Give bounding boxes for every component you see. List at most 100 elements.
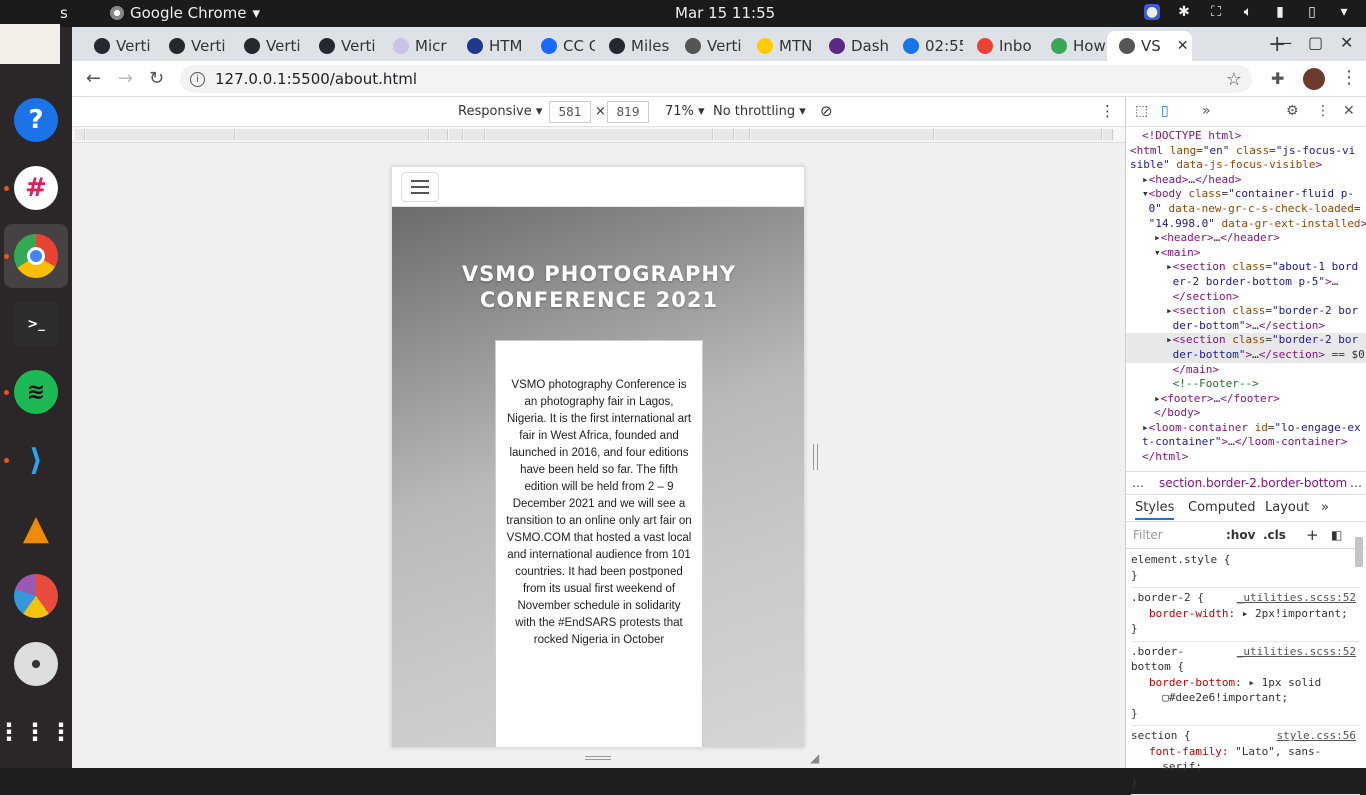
minimize-button[interactable]: — [1276,33,1292,52]
dom-node-line[interactable]: ▸<section class="border-2 bor [1126,304,1366,319]
class-toggle[interactable]: .cls [1263,528,1286,542]
microphone-icon[interactable]: ▮ [1272,4,1288,20]
volume-icon[interactable]: 🔈︎ [1240,4,1256,20]
browser-tab[interactable]: Verti [157,31,229,61]
ruler-segment[interactable] [75,129,85,140]
breadcrumb-more[interactable]: … [1132,476,1144,490]
css-source-link[interactable]: style.css:56 [1277,728,1356,744]
browser-tab[interactable]: MTN [745,31,815,61]
ruler-segment[interactable] [430,129,448,140]
close-devtools-icon[interactable]: ✕ [1343,103,1355,119]
reload-button[interactable]: ↻ [149,68,164,89]
breadcrumb-current[interactable]: section.border-2.border-bottom [1159,476,1347,490]
device-options-icon[interactable]: ⋮ [1100,102,1115,120]
dom-node-line[interactable]: ▸<header>…</header> [1126,231,1366,246]
browser-tab[interactable]: Verti [82,31,154,61]
css-property[interactable]: border-width: ▸ 2px!important; [1131,606,1360,622]
css-rule[interactable]: .border- bottom {_utilities.scss:52 borde… [1131,642,1360,726]
hover-state-toggle[interactable]: :hov [1226,528,1255,542]
dom-node-line[interactable]: ▸<footer>…</footer> [1126,392,1366,407]
dom-node-line[interactable]: ▾<main> [1126,246,1366,261]
settings-gear-icon[interactable]: ⚙ [1286,103,1299,119]
ruler-segment[interactable] [714,129,734,140]
css-rule[interactable]: element.style {} [1131,550,1360,588]
css-rule[interactable]: .border-2 {_utilities.scss:52 border-widt… [1131,588,1360,642]
notification-icon[interactable]: ● [1144,4,1160,20]
css-property[interactable]: ▢#dee2e6!important; [1131,690,1360,706]
close-tab-icon[interactable]: ✕ [1177,38,1189,54]
close-window-button[interactable]: ✕ [1340,33,1353,52]
chrome-dock-icon[interactable] [14,234,58,278]
browser-tab[interactable]: Micr [381,31,453,61]
site-info-icon[interactable]: i [190,71,205,87]
breadcrumb-overflow[interactable]: … [1350,476,1362,490]
styles-filter-input[interactable]: Filter [1133,528,1163,542]
disc-icon[interactable] [14,642,58,686]
maximize-button[interactable]: ▢ [1308,33,1323,52]
height-input[interactable]: 819 [607,101,649,123]
ruler-segment[interactable] [449,129,463,140]
vlc-icon[interactable]: ▲ [14,506,58,550]
hamburger-menu-icon[interactable] [401,172,439,202]
resize-handle-corner[interactable]: ◢ [810,751,819,765]
tab-more[interactable]: » [1321,500,1329,515]
ruler-segment[interactable] [464,129,485,140]
browser-tab[interactable]: Verti [232,31,304,61]
new-rule-icon[interactable]: + [1306,526,1319,544]
dom-node-line[interactable]: t-container">…</loom-container> [1126,435,1366,450]
dom-node-line[interactable]: der-bottom">…</section> [1126,319,1366,334]
spotify-icon[interactable]: ≋ [14,370,58,414]
dom-node-line[interactable]: der-bottom">…</section> == $0 [1126,347,1366,363]
throttling-select[interactable]: No throttling ▾ [713,104,806,119]
ruler-segment[interactable] [1103,129,1113,140]
terminal-icon[interactable]: >_ [14,302,58,346]
css-source-link[interactable]: _utilities.scss:52 [1237,590,1356,606]
dom-node-line[interactable]: ▸<head>…</head> [1126,173,1366,188]
width-input[interactable]: 581 [549,101,591,123]
dom-node-line[interactable]: </section> [1126,290,1366,305]
dom-node-line[interactable]: <!DOCTYPE html> [1126,129,1366,144]
battery-icon[interactable]: ▯ [1304,4,1320,20]
styles-scrollbar[interactable] [1355,537,1363,567]
dom-node-line[interactable]: </html> [1126,450,1366,465]
browser-tab[interactable]: Inbo [965,31,1037,61]
browser-tab[interactable]: CC G [529,31,595,61]
tab-computed[interactable]: Computed [1188,500,1256,515]
ruler-segment[interactable] [935,129,1102,140]
browser-tab[interactable]: How [1039,31,1105,61]
device-toggle-icon[interactable]: ▯ [1161,103,1169,119]
more-panels-icon[interactable]: » [1202,103,1211,119]
zoom-select[interactable]: 71% ▾ [665,104,705,119]
dom-node-line[interactable]: sible" data-js-focus-visible> [1126,158,1366,173]
dom-node-line[interactable]: <html lang="en" class="js-focus-vi [1126,144,1366,159]
ruler-segment[interactable] [751,129,934,140]
computed-sidebar-icon[interactable]: ◧ [1331,528,1342,542]
ruler-segment[interactable] [236,129,429,140]
show-apps-icon[interactable]: ⋮⋮⋮ [0,710,73,754]
tab-styles[interactable]: Styles [1135,500,1175,520]
slack-icon[interactable]: # [14,166,58,210]
back-button[interactable]: ← [86,68,101,89]
vscode-icon[interactable]: ⟩ [14,438,58,482]
browser-tab[interactable]: Dash [817,31,889,61]
css-property[interactable]: border-bottom: ▸ 1px solid [1131,675,1360,691]
profile-avatar[interactable] [1303,68,1325,90]
ruler-segment[interactable] [735,129,750,140]
dom-node-line[interactable]: </body> [1126,406,1366,421]
browser-tab[interactable]: Verti [673,31,743,61]
dom-node-line[interactable]: ▸<section class="border-2 bor [1126,333,1366,348]
css-property[interactable]: font-family: "Lato", sans- [1131,744,1360,760]
browser-tab[interactable]: HTM [455,31,527,61]
ruler-segment[interactable] [486,129,713,140]
ruler-segment[interactable] [86,129,235,140]
network-icon[interactable]: ⛶ [1208,4,1224,20]
activities-label[interactable]: s [60,4,68,22]
tab-layout[interactable]: Layout [1265,500,1309,515]
devtools-menu-icon[interactable]: ⋮ [1316,103,1330,119]
bookmark-star-icon[interactable]: ☆ [1226,69,1242,90]
dom-node-line[interactable]: ▸<loom-container id="lo-engage-ex [1126,421,1366,436]
browser-tab[interactable]: 02:55 [891,31,963,61]
dom-node-line[interactable]: er-2 border-bottom p-5">… [1126,275,1366,290]
clock[interactable]: Mar 15 11:55 [675,4,775,22]
dom-node-line[interactable]: ▾<body class="container-fluid p- [1126,187,1366,202]
